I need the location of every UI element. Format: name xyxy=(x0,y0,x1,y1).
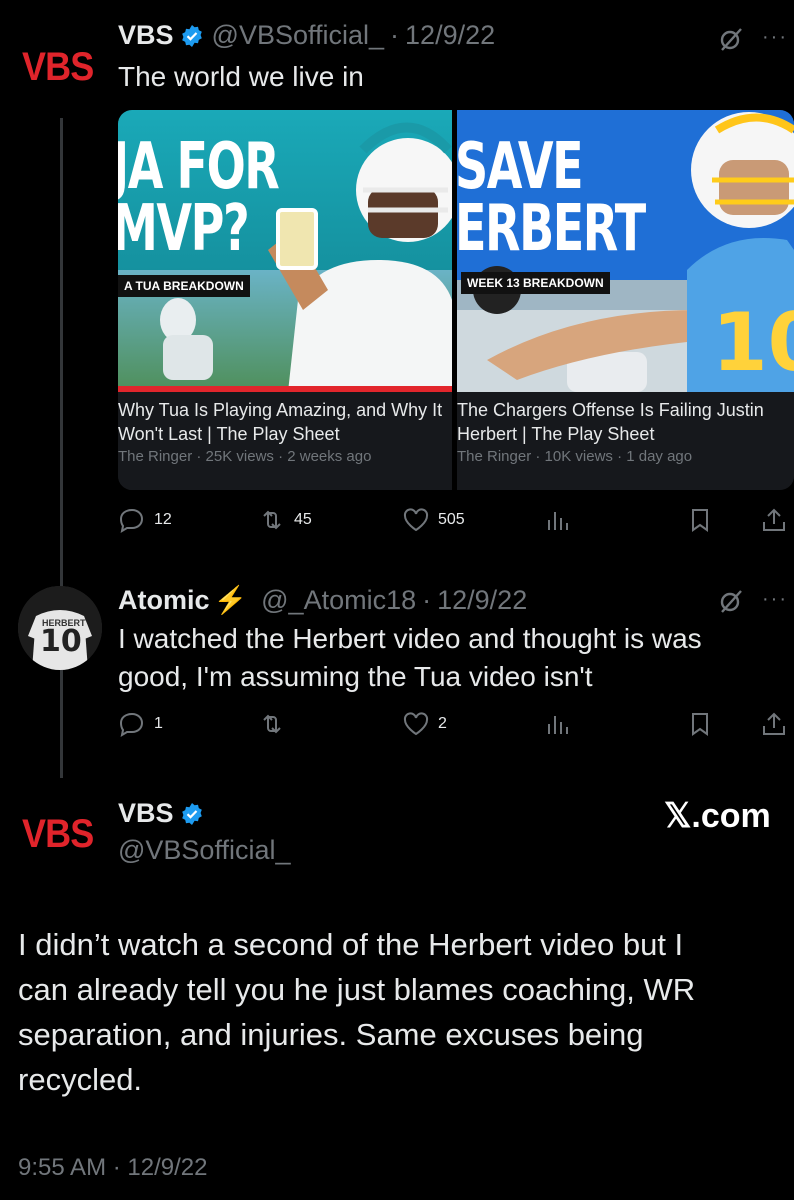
svg-text:10: 10 xyxy=(712,296,794,389)
vbs-avatar[interactable]: VBS xyxy=(22,812,94,857)
views-icon xyxy=(548,716,568,734)
views-icon xyxy=(548,512,568,530)
heart-icon xyxy=(403,712,429,736)
reply-icon xyxy=(119,508,144,534)
author-handle[interactable]: @_Atomic18 xyxy=(261,585,416,616)
tweet3-text: I didn’t watch a second of the Herbert v… xyxy=(18,922,695,1102)
vbs-avatar[interactable]: VBS xyxy=(22,45,94,90)
more-icon[interactable]: ··· xyxy=(762,588,788,611)
bookmark-button[interactable] xyxy=(686,710,714,738)
video-title-line: Herbert | The Play Sheet xyxy=(457,424,655,444)
separator-dot: · xyxy=(422,584,432,615)
video-thumbnail[interactable]: 10 SAVE ERBERT WEEK 13 BREAKDOWN xyxy=(457,110,794,392)
heart-icon xyxy=(403,508,429,532)
verified-badge-icon xyxy=(181,802,202,825)
grok-icon[interactable] xyxy=(718,26,744,52)
tweet-text-line: can already tell you he just blames coac… xyxy=(18,972,696,1007)
thread-line xyxy=(60,118,63,778)
author-name[interactable]: VBS xyxy=(118,20,174,51)
thumbnail-tag: WEEK 13 BREAKDOWN xyxy=(461,272,610,294)
repost-button[interactable] xyxy=(258,710,286,738)
bookmark-icon xyxy=(692,713,708,736)
more-icon[interactable]: ··· xyxy=(762,26,788,49)
share-icon xyxy=(763,712,785,735)
tweet-text-line: good, I'm assuming the Tua video isn't xyxy=(118,661,593,692)
author-name[interactable]: Atomic xyxy=(118,585,210,616)
like-count: 505 xyxy=(438,511,465,528)
like-button[interactable]: 2 xyxy=(402,710,447,738)
reply-button[interactable]: 1 xyxy=(118,710,163,738)
repost-icon xyxy=(263,714,281,734)
tweet-timestamp[interactable]: 9:55 AM · 12/9/22 xyxy=(18,1154,207,1182)
media-card[interactable]: JA FOR MVP? A TUA BREAKDOWN Why Tua Is P… xyxy=(118,110,794,490)
author-name[interactable]: VBS xyxy=(118,798,174,829)
bookmark-button[interactable] xyxy=(686,506,714,534)
author-handle[interactable]: @VBSofficial_ xyxy=(118,835,291,866)
repost-icon xyxy=(263,510,281,530)
like-button[interactable]: 505 xyxy=(402,506,465,534)
avatar-jersey-number: 10 xyxy=(40,624,82,659)
video-title[interactable]: Why Tua Is Playing Amazing, and Why It W… xyxy=(118,398,442,446)
bookmark-icon xyxy=(692,509,708,532)
video-title[interactable]: The Chargers Offense Is Failing Justin H… xyxy=(457,398,764,446)
video-card-tua[interactable]: JA FOR MVP? A TUA BREAKDOWN Why Tua Is P… xyxy=(118,110,452,490)
tweet3-header: VBS @VBSofficial_ xyxy=(118,798,291,866)
tweet-date: 12/9/22 xyxy=(127,1154,208,1181)
tweet2-header: Atomic ⚡ @_Atomic18 · 12/9/22 xyxy=(118,584,527,616)
tweet1-header: VBS @VBSofficial_ · 12/9/22 xyxy=(118,20,495,51)
video-title-line: Why Tua Is Playing Amazing, and Why It xyxy=(118,400,443,420)
verified-badge-icon xyxy=(181,24,202,47)
video-card-herbert[interactable]: 10 SAVE ERBERT WEEK 13 BREAKDOWN The Cha… xyxy=(457,110,794,490)
tweet-text-line: I watched the Herbert video and thought … xyxy=(118,623,702,654)
reply-count: 12 xyxy=(154,511,172,528)
video-title-line: Won't Last | The Play Sheet xyxy=(118,424,340,444)
tweet2-text: I watched the Herbert video and thought … xyxy=(118,620,702,696)
tweet-text-line: separation, and injuries. Same excuses b… xyxy=(18,1017,644,1052)
separator-dot: · xyxy=(390,20,400,50)
share-button[interactable] xyxy=(760,506,788,534)
author-handle[interactable]: @VBSofficial_ xyxy=(212,20,385,51)
views-button[interactable] xyxy=(544,506,572,534)
source-watermark: 𝕏.com xyxy=(664,797,771,835)
tweet-text-line: recycled. xyxy=(18,1062,143,1097)
tweet-text-line: I didn’t watch a second of the Herbert v… xyxy=(18,927,684,962)
video-meta: The Ringer · 25K views · 2 weeks ago xyxy=(118,448,372,465)
tweet-date[interactable]: 12/9/22 xyxy=(405,20,495,51)
share-icon xyxy=(763,508,785,531)
tweet-time: 9:55 AM xyxy=(18,1154,107,1181)
atomic-avatar[interactable]: HERBERT 10 xyxy=(18,586,102,670)
lightning-emoji: ⚡ xyxy=(213,585,248,615)
reply-count: 1 xyxy=(154,715,163,732)
video-title-line: The Chargers Offense Is Failing Justin xyxy=(457,400,764,420)
thumbnail-tag: A TUA BREAKDOWN xyxy=(118,275,250,297)
share-button[interactable] xyxy=(760,710,788,738)
repost-button[interactable]: 45 xyxy=(258,506,312,534)
grok-icon[interactable] xyxy=(718,588,744,614)
tweet-date[interactable]: 12/9/22 xyxy=(437,585,527,616)
thumbnail-title: SAVE ERBERT xyxy=(457,130,646,266)
like-count: 2 xyxy=(438,715,447,732)
thumbnail-title: JA FOR MVP? xyxy=(118,130,280,266)
repost-count: 45 xyxy=(294,511,312,528)
reply-button[interactable]: 12 xyxy=(118,506,172,534)
video-meta: The Ringer · 10K views · 1 day ago xyxy=(457,448,693,465)
separator-dot: · xyxy=(112,1154,128,1181)
reply-icon xyxy=(119,712,144,738)
video-thumbnail[interactable]: JA FOR MVP? A TUA BREAKDOWN xyxy=(118,110,452,392)
tweet1-text: The world we live in xyxy=(118,61,364,92)
views-button[interactable] xyxy=(544,710,572,738)
